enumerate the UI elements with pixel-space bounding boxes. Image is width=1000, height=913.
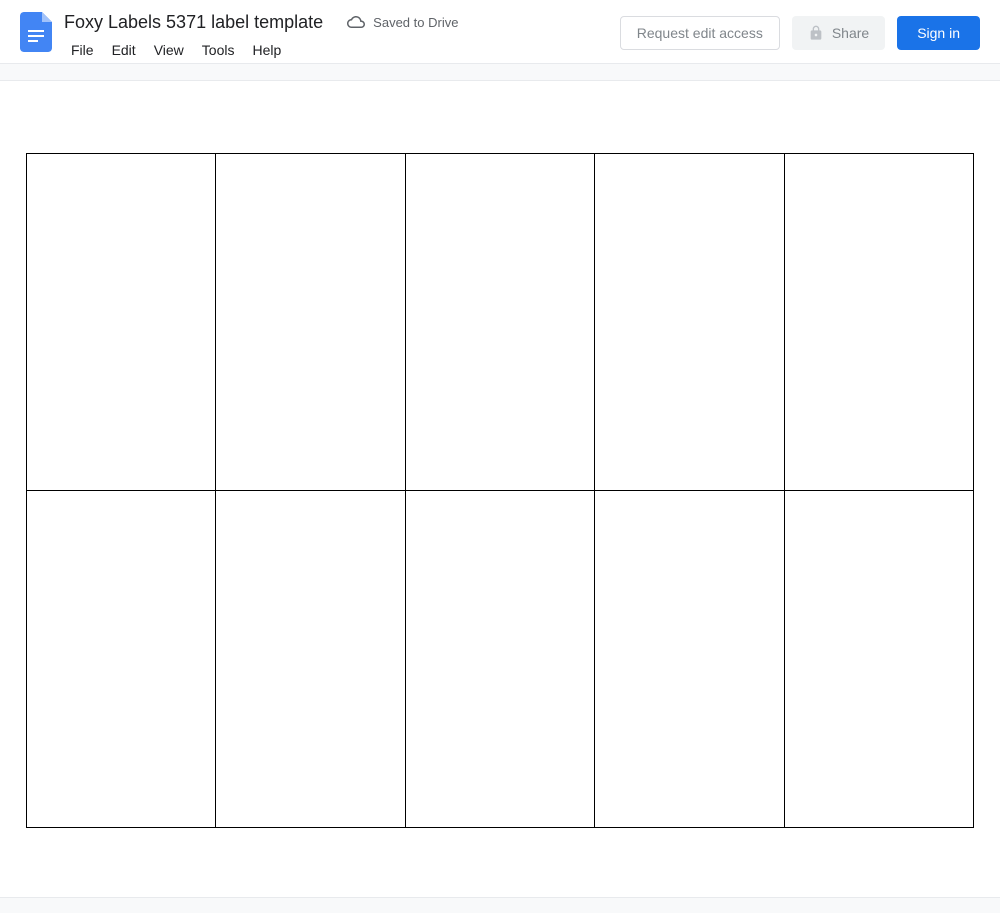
menu-edit[interactable]: Edit (105, 38, 143, 62)
cloud-icon (347, 13, 365, 31)
share-button-label: Share (832, 25, 869, 41)
menu-bar: File Edit View Tools Help (64, 38, 620, 62)
app-header: Foxy Labels 5371 label template Saved to… (0, 0, 1000, 64)
share-button[interactable]: Share (792, 16, 885, 50)
document-canvas[interactable] (0, 81, 1000, 897)
label-cell[interactable] (216, 154, 405, 491)
footer-strip (0, 897, 1000, 913)
save-status-text: Saved to Drive (373, 15, 458, 30)
label-cell[interactable] (27, 154, 216, 491)
docs-icon[interactable] (20, 12, 52, 52)
signin-button[interactable]: Sign in (897, 16, 980, 50)
document-title[interactable]: Foxy Labels 5371 label template (64, 8, 323, 36)
label-cell[interactable] (784, 154, 973, 491)
label-cell[interactable] (27, 491, 216, 828)
menu-tools[interactable]: Tools (195, 38, 242, 62)
lock-icon (808, 25, 824, 41)
label-cell[interactable] (216, 491, 405, 828)
request-access-button[interactable]: Request edit access (620, 16, 780, 50)
title-row: Foxy Labels 5371 label template Saved to… (64, 8, 620, 36)
label-cell[interactable] (405, 491, 594, 828)
title-menu-area: Foxy Labels 5371 label template Saved to… (64, 8, 620, 62)
table-row (27, 491, 974, 828)
toolbar-strip (0, 64, 1000, 81)
header-actions: Request edit access Share Sign in (620, 16, 980, 50)
label-cell[interactable] (595, 154, 784, 491)
label-cell[interactable] (595, 491, 784, 828)
label-cell[interactable] (784, 491, 973, 828)
label-grid[interactable] (26, 153, 974, 828)
menu-help[interactable]: Help (245, 38, 288, 62)
save-status[interactable]: Saved to Drive (347, 13, 458, 31)
menu-file[interactable]: File (64, 38, 101, 62)
label-cell[interactable] (405, 154, 594, 491)
menu-view[interactable]: View (147, 38, 191, 62)
table-row (27, 154, 974, 491)
